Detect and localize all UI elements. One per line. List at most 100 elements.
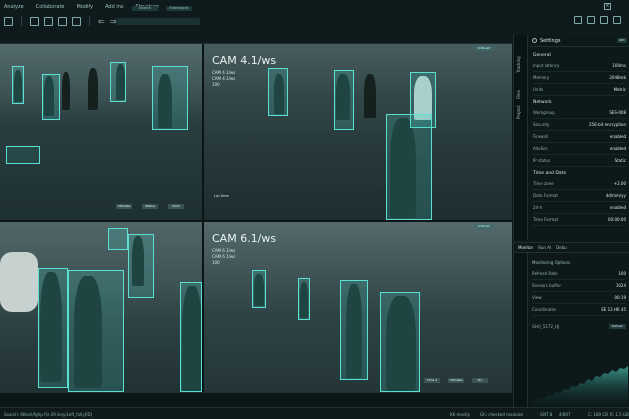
- search-input[interactable]: [116, 18, 200, 25]
- time-label[interactable]: Time 4: [424, 378, 440, 383]
- statue-label[interactable]: Statue: [142, 204, 158, 209]
- camera-view-1[interactable]: Ultimate Statue Multi: [0, 44, 202, 220]
- monitor-tabs: Monitor Run AI Debu: [514, 243, 629, 253]
- monitor-key: Refresh Rate: [532, 271, 558, 276]
- settings-key: AdvSec: [533, 146, 548, 151]
- close-icon[interactable]: ×: [604, 3, 611, 10]
- monitor-value: 100: [618, 271, 626, 276]
- detection-box[interactable]: [252, 270, 266, 308]
- detection-box[interactable]: [12, 66, 24, 104]
- arrow-left-icon[interactable]: ⇐: [98, 17, 105, 26]
- settings-row[interactable]: Time zone +2.00: [533, 178, 626, 190]
- detection-box[interactable]: [6, 146, 40, 164]
- vertical-tabs: Tracking Files Project: [514, 35, 528, 240]
- tree-icon[interactable]: [600, 16, 608, 24]
- status-item: C: 180 CB: [588, 412, 608, 417]
- live-time-badge[interactable]: 4:06 am: [474, 46, 494, 51]
- copy-icon[interactable]: [72, 16, 81, 26]
- settings-value: dd/mm/yy: [605, 193, 626, 198]
- menu-add-ins[interactable]: Add ins: [105, 4, 123, 10]
- tab-tracking[interactable]: Tracking: [516, 56, 521, 73]
- settings-key: IP status: [533, 158, 551, 163]
- tab-files[interactable]: Files: [516, 90, 521, 99]
- pro-label[interactable]: Pro: [472, 378, 488, 383]
- camera-sub-line: 100: [212, 82, 220, 87]
- ultimate-label[interactable]: Ultimate: [116, 204, 132, 209]
- detection-box[interactable]: [42, 74, 60, 120]
- live-time-badge[interactable]: 4:06 am: [474, 224, 494, 229]
- menu-analyze[interactable]: Analyze: [4, 4, 24, 10]
- settings-row[interactable]: Memory 2048mb: [533, 72, 626, 84]
- settings-row[interactable]: Workgroup SES-008: [533, 107, 626, 119]
- detection-box[interactable]: [380, 292, 420, 392]
- monitor-row[interactable]: Sensors buffer 1024: [532, 280, 626, 292]
- settings-row[interactable]: 24-h enabled: [533, 202, 626, 214]
- settings-key: Firewall: [533, 134, 549, 139]
- search-pill[interactable]: Search: [132, 6, 158, 11]
- settings-row[interactable]: Units Metric: [533, 84, 626, 96]
- status-item: 4/807: [559, 412, 571, 417]
- settings-row[interactable]: Input latency 100ms: [533, 60, 626, 72]
- settings-row[interactable]: Security 256-bit encryption: [533, 119, 626, 131]
- extensions-pill[interactable]: Extensions: [166, 6, 192, 11]
- detection-box[interactable]: [180, 282, 202, 392]
- ultimate-label[interactable]: Ultimate: [448, 378, 464, 383]
- camera-view-2[interactable]: CAM 4.1/ws CAM 4.1/ws CAM 4.1/ws 100 4:0…: [204, 44, 512, 220]
- menu-collaborate[interactable]: Collaborate: [36, 4, 65, 10]
- detection-box[interactable]: [38, 268, 68, 388]
- settings-row[interactable]: AdvSec enabled: [533, 143, 626, 155]
- settings-row[interactable]: Time Format 00:00:00: [533, 214, 626, 226]
- monitor-rows: Refresh Rate 100 Sensors buffer 1024 View 00:…: [532, 268, 626, 316]
- camera-view-4[interactable]: CAM 6.1/ws CAM 6.1/ws CAM 6.1/ws 100 4:0…: [204, 222, 512, 392]
- settings-row[interactable]: Firewall enabled: [533, 131, 626, 143]
- settings-value: 256-bit encryption: [589, 122, 626, 127]
- monitor-row[interactable]: Refresh Rate 100: [532, 268, 626, 280]
- detection-box[interactable]: [152, 66, 188, 130]
- divider: [89, 16, 90, 26]
- chart-header: GH//_5172_HJ Refresh: [532, 324, 626, 329]
- settings-value: 100ms: [612, 63, 626, 68]
- settings-mini-badge[interactable]: AEC: [616, 38, 627, 43]
- building-icon[interactable]: [587, 16, 595, 24]
- tab-run-ai[interactable]: Run AI: [538, 245, 551, 250]
- detection-box[interactable]: [108, 228, 128, 250]
- camera-view-3[interactable]: [0, 222, 202, 392]
- tab-debug[interactable]: Debu: [556, 245, 567, 250]
- settings-key: 24-h: [533, 205, 543, 210]
- monitor-sidebar: [514, 253, 528, 419]
- layout-icon[interactable]: [4, 16, 13, 26]
- settings-row[interactable]: Date Format dd/mm/yy: [533, 190, 626, 202]
- import-icon[interactable]: [58, 16, 67, 26]
- multi-label[interactable]: Multi: [168, 204, 184, 209]
- pedestrian: [88, 68, 98, 110]
- divider: [21, 16, 22, 26]
- gear-icon: [532, 38, 537, 43]
- settings-section-title: Network: [533, 100, 552, 105]
- detection-box[interactable]: [386, 114, 432, 220]
- detection-box[interactable]: [110, 62, 126, 102]
- detection-box[interactable]: [334, 70, 354, 130]
- detection-box[interactable]: [298, 278, 310, 320]
- settings-value: enabled: [609, 134, 626, 139]
- detection-box[interactable]: [340, 280, 368, 380]
- tab-project[interactable]: Project: [516, 105, 521, 119]
- refresh-button[interactable]: Refresh: [608, 324, 626, 329]
- status-bar: Search: 6Kesh/fghp-f(s-29 ikny/Left_foll…: [0, 407, 629, 419]
- car: [0, 252, 38, 312]
- monitor-key: View: [532, 295, 542, 300]
- menu-modify[interactable]: Modify: [77, 4, 94, 10]
- settings-row[interactable]: IP status Static: [533, 155, 626, 167]
- camera-grid: Ultimate Statue Multi CAM 4.1/ws CAM 4.1…: [0, 44, 512, 392]
- export-icon[interactable]: [44, 16, 53, 26]
- settings-body: General Input latency 100ms Memory 2048mb Uni…: [529, 47, 629, 226]
- home-icon[interactable]: [574, 16, 582, 24]
- stack-icon[interactable]: [30, 16, 39, 26]
- tab-monitor[interactable]: Monitor: [518, 245, 533, 250]
- detection-box[interactable]: [268, 68, 288, 116]
- monitor-row[interactable]: View 00:19: [532, 292, 626, 304]
- trash-icon[interactable]: [613, 16, 621, 24]
- monitor-row[interactable]: Coordinates EE 13 HK 45: [532, 304, 626, 316]
- detection-box[interactable]: [128, 234, 154, 298]
- detection-box[interactable]: [68, 270, 124, 392]
- status-item: KK mostly: [450, 412, 470, 417]
